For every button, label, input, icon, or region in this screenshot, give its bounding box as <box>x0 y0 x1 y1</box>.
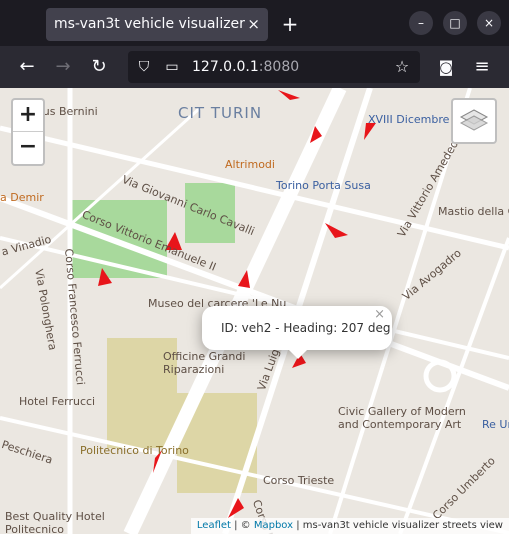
map-label: Altrimodi <box>225 158 275 171</box>
close-window-icon[interactable]: × <box>477 11 501 35</box>
attribution-tail: | ms-van3t vehicle visualizer streets vi… <box>293 520 503 531</box>
zoom-control: + − <box>11 98 45 166</box>
zoom-in-button[interactable]: + <box>13 100 43 132</box>
pocket-icon[interactable]: ◙ <box>434 55 458 79</box>
popup-text: ID: veh2 - Heading: 207 deg <box>221 321 391 335</box>
tab-title: ms-van3t vehicle visualizer <box>54 16 245 32</box>
map-label: a Demir <box>0 191 44 204</box>
new-tab-button[interactable]: + <box>280 8 300 41</box>
page-icon[interactable]: ▭ <box>160 55 184 79</box>
popup-tip <box>288 349 308 359</box>
popup-close-icon[interactable]: × <box>374 293 385 337</box>
shield-icon[interactable]: ⛉ <box>132 55 156 79</box>
vehicle-marker[interactable] <box>278 90 300 100</box>
url-host: 127.0.0.1 <box>192 59 259 75</box>
attribution-sep: | © <box>230 520 254 531</box>
map-attribution: Leaflet | © Mapbox | ms-van3t vehicle vi… <box>190 518 509 534</box>
leaflet-link[interactable]: Leaflet <box>197 520 231 531</box>
minimize-icon[interactable]: – <box>409 11 433 35</box>
url-text[interactable]: 127.0.0.1:8080 <box>192 51 299 83</box>
forward-icon[interactable]: → <box>51 55 75 79</box>
map-label: Civic Gallery of Modern and Contemporary… <box>338 405 466 431</box>
vehicle-popup: ID: veh2 - Heading: 207 deg × <box>202 306 392 359</box>
layers-button[interactable] <box>451 98 497 144</box>
browser-navbar: ← → ↻ ⛉ ▭ 127.0.0.1:8080 ☆ ◙ ≡ <box>0 46 509 88</box>
tab-close-icon[interactable]: × <box>247 8 260 41</box>
map-label: Corso Trieste <box>263 474 335 487</box>
zoom-out-button[interactable]: − <box>13 132 43 164</box>
back-icon[interactable]: ← <box>15 55 39 79</box>
browser-tab[interactable]: ms-van3t vehicle visualizer × <box>46 8 268 41</box>
reload-icon[interactable]: ↻ <box>87 55 111 79</box>
mapbox-link[interactable]: Mapbox <box>254 520 293 531</box>
map-label: XVIII Dicembre <box>368 113 450 126</box>
map-label: Re Um <box>482 418 509 431</box>
map-label: Hotel Ferrucci <box>19 395 96 408</box>
map-label: Officine Grandi Riparazioni <box>163 350 246 376</box>
browser-titlebar: ms-van3t vehicle visualizer × + – □ × <box>0 0 509 46</box>
map-label: Torino Porta Susa <box>276 179 371 192</box>
layers-icon <box>459 109 489 131</box>
map-label: Best Quality Hotel Politecnico <box>5 510 105 534</box>
menu-icon[interactable]: ≡ <box>470 55 494 79</box>
map-label: Mastio della C <box>438 205 509 218</box>
maximize-icon[interactable]: □ <box>443 11 467 35</box>
url-port: :8080 <box>258 59 300 75</box>
map-view[interactable]: mplus Bernini CIT TURIN XVIII Dicembre A… <box>0 88 509 534</box>
map-label: CIT TURIN <box>178 104 263 122</box>
url-bar[interactable]: ⛉ ▭ 127.0.0.1:8080 ☆ <box>128 51 420 83</box>
star-icon[interactable]: ☆ <box>390 55 414 79</box>
map-label: Politecnico di Torino <box>80 444 189 457</box>
vehicle-marker[interactable] <box>325 223 348 238</box>
